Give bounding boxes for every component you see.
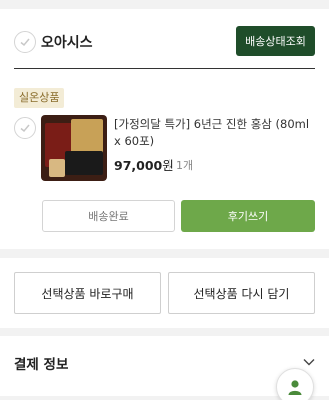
delivery-complete-button[interactable]: 배송완료 (42, 200, 175, 232)
check-icon (20, 124, 30, 133)
divider (169, 159, 170, 170)
store-name: 오아시스 (41, 35, 93, 51)
storage-type-badge: 실온상품 (14, 88, 65, 108)
profile-button[interactable] (276, 368, 314, 400)
selected-actions: 선택상품 바로구매 선택상품 다시 담기 (0, 258, 329, 328)
user-icon (288, 380, 302, 395)
buy-selected-button[interactable]: 선택상품 바로구매 (14, 272, 161, 314)
add-selected-to-cart-button[interactable]: 선택상품 다시 담기 (168, 272, 315, 314)
price-value: 97,000 (114, 158, 163, 173)
divider (14, 68, 315, 69)
product-image[interactable] (41, 115, 107, 181)
order-card: 오아시스 배송상태조회 실온상품 [가정의달 특가] 6년근 진한 홍삼 (80… (0, 9, 329, 249)
item-select-checkbox[interactable] (14, 117, 36, 139)
write-review-button[interactable]: 후기쓰기 (181, 200, 315, 232)
chevron-down-icon[interactable] (303, 358, 315, 366)
track-delivery-button[interactable]: 배송상태조회 (236, 26, 315, 56)
product-price: 97,000원 (114, 155, 174, 174)
price-unit: 원 (162, 158, 174, 173)
product-quantity: 1개 (176, 159, 194, 172)
payment-info-title: 결제 정보 (14, 357, 69, 373)
store-select-checkbox[interactable] (14, 31, 36, 53)
section-gap-top (0, 0, 329, 9)
check-icon (20, 38, 30, 47)
product-title[interactable]: [가정의달 특가] 6년근 진한 홍삼 (80ml x 60포) (114, 116, 314, 150)
